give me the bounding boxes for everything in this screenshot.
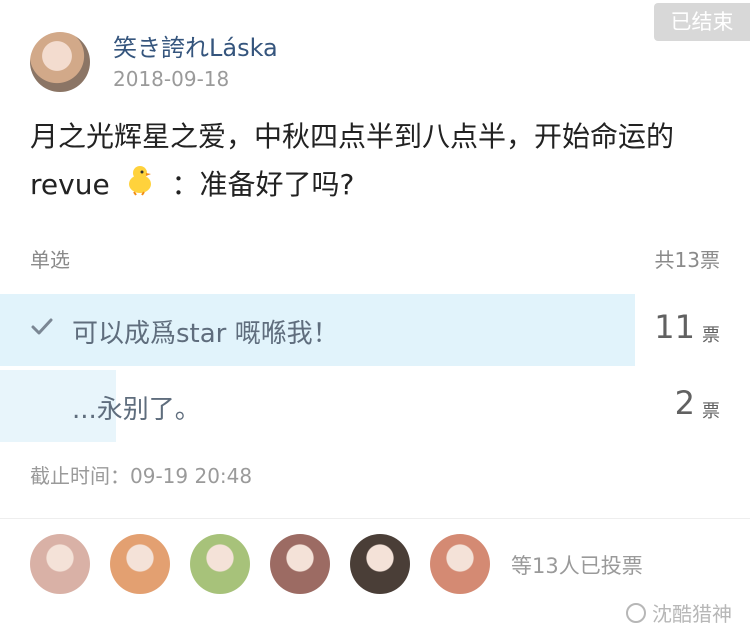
post-content: 月之光辉星之爱，中秋四点半到八点半，开始命运的revue ：准备好了吗? — [30, 113, 720, 211]
watermark: 沈酷猎神 — [626, 598, 732, 627]
weibo-logo-icon — [626, 602, 646, 623]
watermark-text: 沈酷猎神 — [652, 602, 732, 626]
checkmark-icon — [31, 318, 53, 335]
voter-avatar[interactable] — [110, 534, 170, 594]
poll-option-2-count: 2 — [674, 384, 695, 422]
poll-total-votes: 共13票 — [654, 248, 720, 272]
poll-option-2[interactable]: ...永别了。 2 票 — [0, 370, 750, 442]
author-name[interactable]: 笑き誇れLáska — [113, 28, 278, 63]
poll-option-1-label: 可以成爲star 嘅喺我！ — [72, 319, 339, 349]
author-avatar[interactable] — [30, 32, 90, 92]
poll-option-2-label: ...永别了。 — [72, 395, 201, 425]
voter-avatar[interactable] — [190, 534, 250, 594]
chick-emoji-icon — [123, 162, 157, 211]
poll-deadline: 截止时间：09-19 20:48 — [30, 464, 253, 488]
poll-option-1[interactable]: 可以成爲star 嘅喺我！ 11 票 — [0, 294, 750, 366]
poll-option-1-count: 11 — [654, 308, 695, 346]
status-badge: 已结束 — [654, 3, 750, 41]
voter-avatar[interactable] — [350, 534, 410, 594]
poll-type-label: 单选 — [30, 248, 70, 272]
poll-option-2-unit: 票 — [702, 401, 720, 422]
poll-option-1-unit: 票 — [702, 325, 720, 346]
voter-avatar[interactable] — [30, 534, 90, 594]
post-date: 2018-09-18 — [113, 67, 230, 91]
voters-summary[interactable]: 等13人已投票 — [511, 550, 643, 580]
divider — [0, 518, 750, 519]
post-content-text-end: ：准备好了吗? — [171, 168, 355, 201]
voter-avatar[interactable] — [270, 534, 330, 594]
voter-avatar[interactable] — [430, 534, 490, 594]
